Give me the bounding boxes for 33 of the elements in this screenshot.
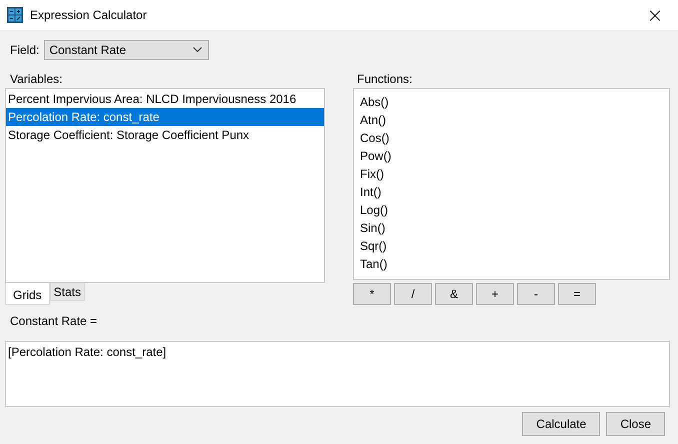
dialog-button[interactable]: Calculate (522, 412, 600, 436)
tab[interactable]: Grids (5, 283, 50, 305)
operator-button[interactable]: * (353, 283, 391, 305)
function-item[interactable]: Fix() (360, 165, 663, 183)
function-item[interactable]: Log() (360, 201, 663, 219)
function-item[interactable]: Sqr() (360, 237, 663, 255)
function-item[interactable]: Cos() (360, 129, 663, 147)
function-item[interactable]: Pow() (360, 147, 663, 165)
function-item[interactable]: Sin() (360, 219, 663, 237)
variable-item[interactable]: Storage Coefficient: Storage Coefficient Punx (6, 126, 324, 144)
functions-label: Functions: (356, 72, 414, 87)
function-item[interactable]: Abs() (360, 93, 663, 111)
operator-button[interactable]: - (517, 283, 555, 305)
function-item[interactable]: Tan() (360, 255, 663, 273)
variables-label: Variables: (9, 72, 64, 87)
field-dropdown[interactable]: Constant Rate (44, 40, 210, 60)
operator-button[interactable]: + (476, 283, 514, 305)
chevron-icon (193, 47, 202, 53)
operator-button[interactable]: / (394, 283, 432, 305)
variable-item[interactable]: Percolation Rate: const_rate (6, 108, 324, 126)
calculator-icon (7, 7, 23, 23)
close-button[interactable]: × (632, 0, 678, 30)
tab[interactable]: Stats (50, 283, 86, 301)
dialog-button[interactable]: Close (606, 412, 665, 436)
operator-button[interactable]: = (558, 283, 596, 305)
expression-label: Constant Rate = (9, 314, 98, 329)
function-item[interactable]: Atn() (360, 111, 663, 129)
field-label: Field: (10, 43, 40, 57)
variable-item[interactable]: Percent Impervious Area: NLCD Imperviousness 2016 (6, 90, 324, 108)
operator-button[interactable]: & (435, 283, 473, 305)
expression-field[interactable]: [Percolation Rate: const_rate] (5, 341, 670, 407)
function-item[interactable]: Int() (360, 183, 663, 201)
window-title: Expression Calculator (30, 8, 147, 22)
